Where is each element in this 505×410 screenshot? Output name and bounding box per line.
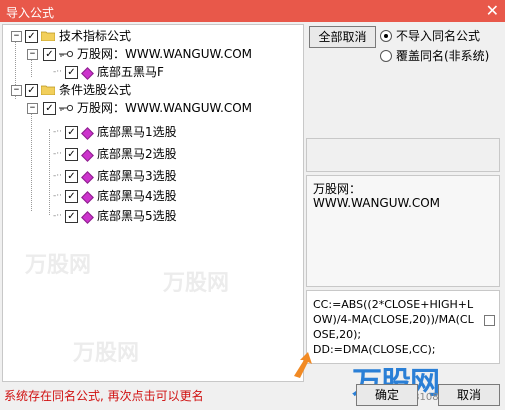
source-label: 万股网：WWW.WANGUW.COM <box>77 47 252 61</box>
source-checkbox[interactable]: ✓ <box>43 48 56 61</box>
status-message: 系统存在同名公式, 再次点击可以更名 <box>4 389 204 403</box>
collapse-icon[interactable]: − <box>11 31 22 42</box>
watermark-text: 万股网 <box>25 253 92 278</box>
formula-code-panel[interactable]: CC:=ABS((2*CLOSE+HIGH+LOW)/4-MA(CLOSE,20… <box>306 290 500 364</box>
item-checkbox[interactable]: ✓ <box>65 170 78 183</box>
item-label: 底部黑马5选股 <box>97 209 177 223</box>
tree-connector: -·· <box>53 171 62 181</box>
name-panel <box>306 138 500 172</box>
close-icon[interactable]: ✕ <box>486 1 499 20</box>
item-label: 底部黑马2选股 <box>97 147 177 161</box>
folder-icon <box>41 31 55 41</box>
tree-connector: -·· <box>53 67 62 77</box>
clear-all-button[interactable]: 全部取消 <box>309 26 376 48</box>
formula-code-text: CC:=ABS((2*CLOSE+HIGH+LOW)/4-MA(CLOSE,20… <box>313 298 474 356</box>
group-checkbox[interactable]: ✓ <box>25 30 38 43</box>
watermark-text: 万股网 <box>163 271 230 296</box>
description-panel: 万股网： WWW.WANGUW.COM <box>306 175 500 287</box>
option-checkbox[interactable] <box>484 315 495 326</box>
description-line: WWW.WANGUW.COM <box>313 196 440 210</box>
formula-icon <box>81 211 94 224</box>
item-checkbox[interactable]: ✓ <box>65 148 78 161</box>
tree-item[interactable]: -·· ✓ 底部黑马3选股 <box>3 167 303 185</box>
tree-source-node[interactable]: − ✓ 万股网：WWW.WANGUW.COM <box>3 45 303 63</box>
item-label: 底部黑马1选股 <box>97 125 177 139</box>
brand-arrow-icon <box>294 352 312 378</box>
radio-label: 不导入同名公式 <box>396 29 481 43</box>
radio-selected-icon[interactable] <box>380 30 392 42</box>
window-title: 导入公式 <box>6 6 55 20</box>
tree-connector: -·· <box>53 149 62 159</box>
tree-group-screening[interactable]: − ✓ 条件选股公式 <box>3 81 303 99</box>
cancel-button[interactable]: 取消 <box>438 384 500 406</box>
collapse-icon[interactable]: − <box>11 85 22 96</box>
formula-icon <box>81 171 94 184</box>
radio-unselected-icon[interactable] <box>380 50 392 62</box>
key-icon <box>59 50 73 58</box>
item-label: 底部黑马4选股 <box>97 189 177 203</box>
watermark-text: 万股网 <box>73 341 140 366</box>
radio-label: 覆盖同名(非系统) <box>396 49 490 63</box>
source-checkbox[interactable]: ✓ <box>43 102 56 115</box>
tree-item[interactable]: -·· ✓ 底部黑马1选股 <box>3 123 303 141</box>
item-checkbox[interactable]: ✓ <box>65 126 78 139</box>
radio-skip-duplicates[interactable]: 不导入同名公式 <box>380 28 500 44</box>
item-label: 底部五黑马F <box>97 65 164 79</box>
ok-button[interactable]: 确定 <box>356 384 418 406</box>
formula-icon <box>81 67 94 80</box>
tree-item[interactable]: -·· ✓ 底部黑马4选股 <box>3 187 303 205</box>
tree-connector: -·· <box>53 191 62 201</box>
group-label: 技术指标公式 <box>59 29 132 43</box>
tree-item[interactable]: -·· ✓ 底部五黑马F <box>3 63 303 81</box>
tree-item[interactable]: -·· ✓ 底部黑马5选股 <box>3 207 303 225</box>
formula-tree[interactable]: − ✓ 技术指标公式 − ✓ 万股网：WWW.WANGUW.COM -·· ✓ … <box>2 24 304 382</box>
formula-icon <box>81 127 94 140</box>
tree-connector: -·· <box>53 211 62 221</box>
tree-group-indicators[interactable]: − ✓ 技术指标公式 <box>3 27 303 45</box>
item-checkbox[interactable]: ✓ <box>65 210 78 223</box>
group-label: 条件选股公式 <box>59 83 132 97</box>
item-checkbox[interactable]: ✓ <box>65 66 78 79</box>
item-checkbox[interactable]: ✓ <box>65 190 78 203</box>
item-label: 底部黑马3选股 <box>97 169 177 183</box>
description-line: 万股网： <box>313 182 362 196</box>
title-bar: 导入公式 ✕ <box>0 0 505 22</box>
collapse-icon[interactable]: − <box>27 49 38 60</box>
formula-icon <box>81 191 94 204</box>
formula-icon <box>81 149 94 162</box>
group-checkbox[interactable]: ✓ <box>25 84 38 97</box>
tree-source-node[interactable]: − ✓ 万股网：WWW.WANGUW.COM <box>3 99 303 117</box>
tree-connector: -·· <box>53 127 62 137</box>
collapse-icon[interactable]: − <box>27 103 38 114</box>
folder-icon <box>41 85 55 95</box>
radio-overwrite[interactable]: 覆盖同名(非系统) <box>380 48 500 64</box>
tree-item[interactable]: -·· ✓ 底部黑马2选股 <box>3 145 303 163</box>
source-label: 万股网：WWW.WANGUW.COM <box>77 101 252 115</box>
key-icon <box>59 104 73 112</box>
